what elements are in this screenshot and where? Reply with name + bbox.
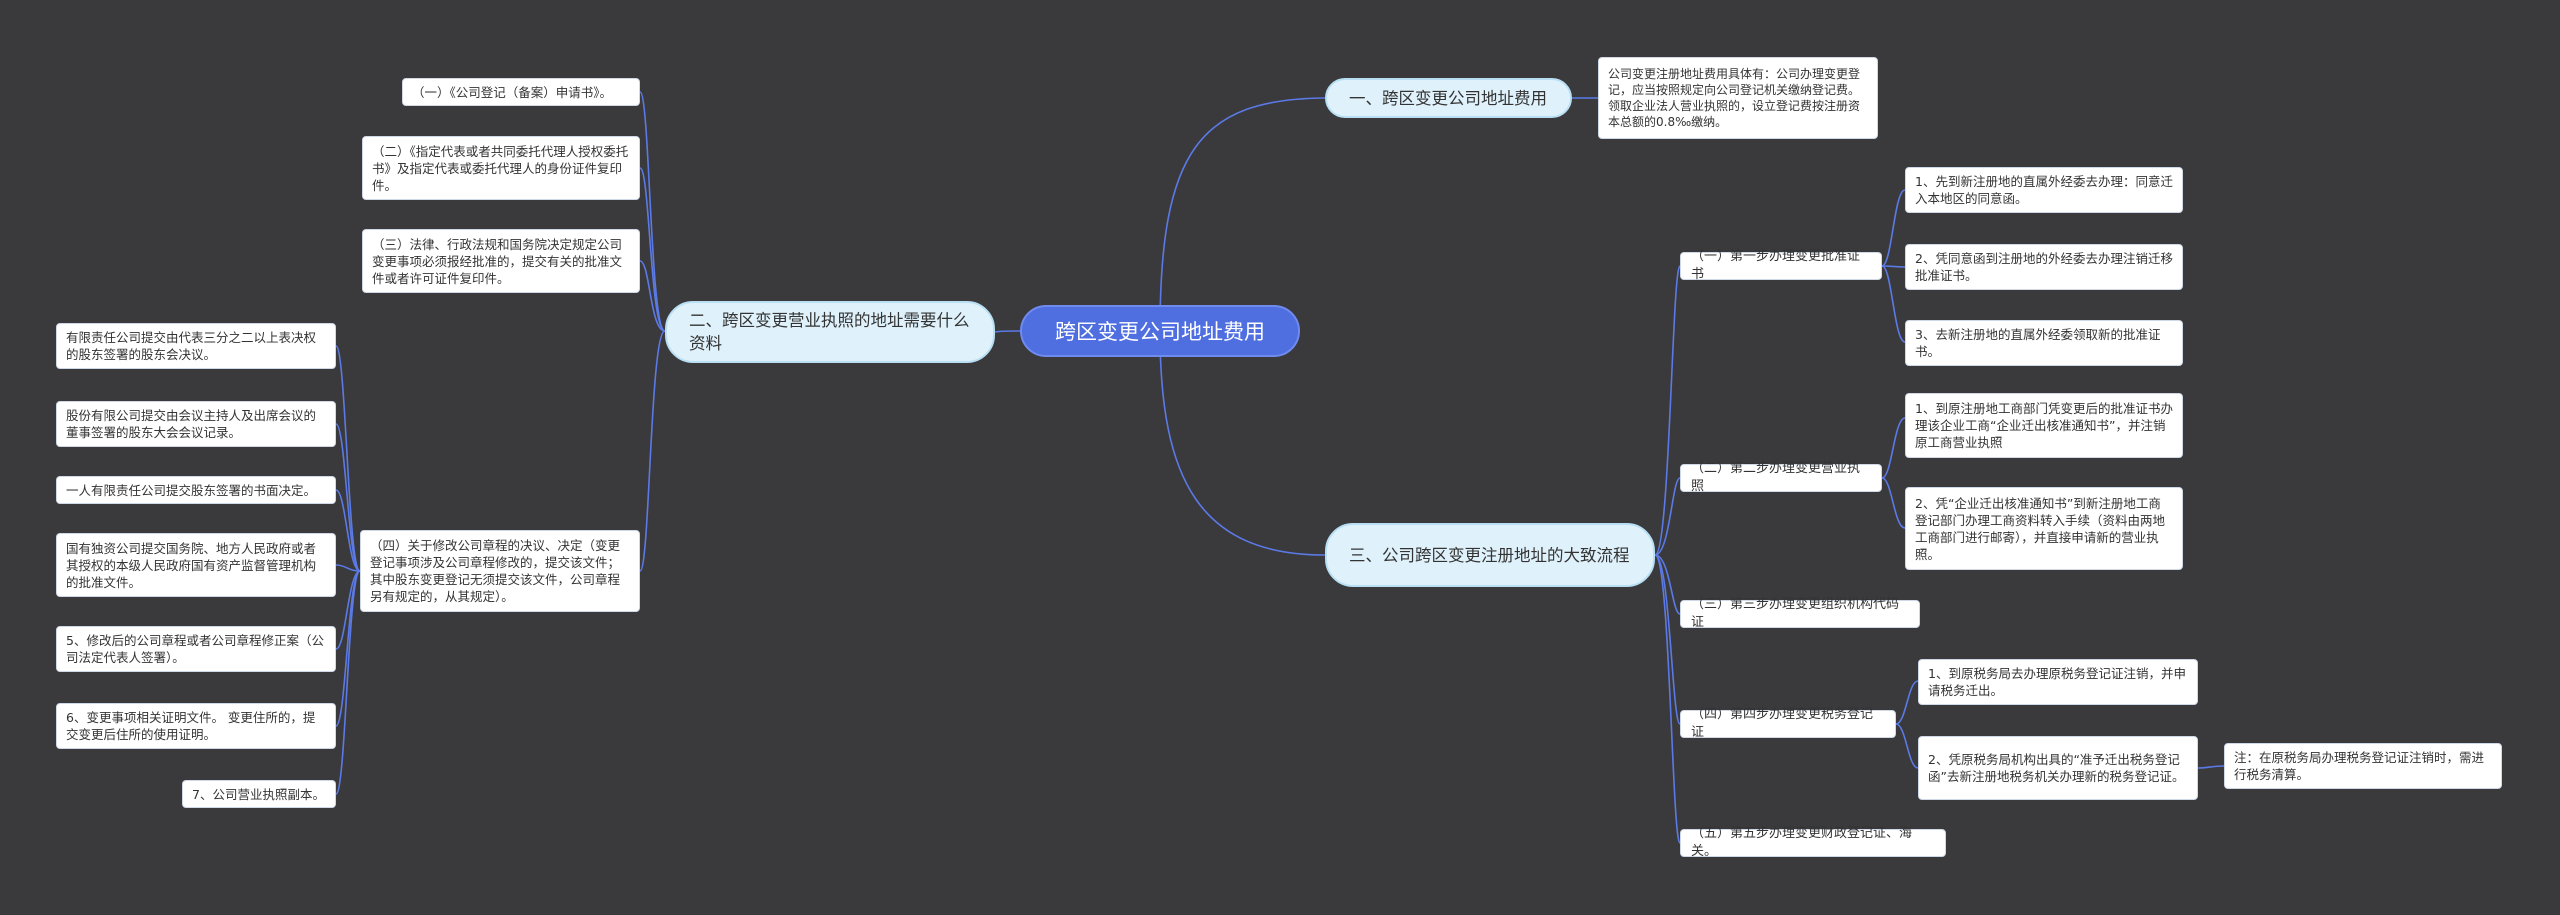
step-2[interactable]: （二）第二步办理变更营业执照 (1680, 461, 1882, 494)
item-4-sub-4[interactable]: 国有独资公司提交国务院、地方人民政府或者其授权的本级人民政府国有资产监督管理机构… (56, 533, 336, 597)
branch-2-topic[interactable]: 二、跨区变更营业执照的地址需要什么资料 (665, 301, 995, 363)
step-3[interactable]: （三）第三步办理变更组织机构代码证 (1680, 597, 1920, 630)
item-4-sub-6-text: 6、变更事项相关证明文件。 变更住所的，提交变更后住所的使用证明。 (66, 710, 316, 742)
step-1-child-2-text: 2、凭同意函到注册地的外经委去办理注销迁移批准证书。 (1915, 251, 2173, 283)
step-1-child-1[interactable]: 1、先到新注册地的直属外经委去办理：同意迁入本地区的同意函。 (1905, 167, 2183, 213)
branch-2-item-2-text: （二）《指定代表或者共同委托代理人授权委托书》及指定代表或委托代理人的身份证件复… (372, 143, 629, 193)
step-4[interactable]: （四）第四步办理变更税务登记证 (1680, 707, 1896, 740)
item-4-sub-3[interactable]: 一人有限责任公司提交股东签署的书面决定。 (56, 476, 336, 504)
step-2-child-1-text: 1、到原注册地工商部门凭变更后的批准证书办理该企业工商“企业迁出核准通知书”，并… (1915, 401, 2173, 450)
step-5-label: （五）第五步办理变更财政登记证、海关。 (1691, 826, 1913, 859)
step-4-child-2[interactable]: 2、凭原税务局机构出具的“准予迁出税务登记函”去新注册地税务机关办理新的税务登记… (1918, 736, 2198, 800)
item-4-sub-4-text: 国有独资公司提交国务院、地方人民政府或者其授权的本级人民政府国有资产监督管理机构… (66, 540, 317, 590)
step-4-child-1-text: 1、到原税务局去办理原税务登记证注销，并申请税务迁出。 (1928, 666, 2186, 698)
step-1[interactable]: （一）第一步办理变更批准证书 (1680, 249, 1882, 282)
step-1-child-3-text: 3、去新注册地的直属外经委领取新的批准证书。 (1915, 327, 2161, 359)
step-2-child-2-text: 2、凭“企业迁出核准通知书”到新注册地工商登记部门办理工商资料转入手续（资料由两… (1915, 495, 2166, 562)
step-4-label: （四）第四步办理变更税务登记证 (1691, 707, 1874, 740)
root-topic[interactable]: 跨区变更公司地址费用 (1020, 305, 1300, 357)
step-1-child-3[interactable]: 3、去新注册地的直属外经委领取新的批准证书。 (1905, 320, 2183, 366)
step-2-child-1[interactable]: 1、到原注册地工商部门凭变更后的批准证书办理该企业工商“企业迁出核准通知书”，并… (1905, 393, 2183, 458)
branch-2-item-4[interactable]: （四）关于修改公司章程的决议、决定（变更登记事项涉及公司章程修改的，提交该文件；… (360, 530, 640, 612)
branch-1-note-text: 公司变更注册地址费用具体有：公司办理变更登记，应当按照规定向公司登记机关缴纳登记… (1608, 67, 1861, 129)
item-4-sub-7[interactable]: 7、公司营业执照副本。 (182, 780, 336, 808)
item-4-sub-5-text: 5、修改后的公司章程或者公司章程修正案（公司法定代表人签署）。 (66, 633, 324, 665)
branch-1-topic[interactable]: 一、跨区变更公司地址费用 (1325, 78, 1572, 118)
root-topic-label: 跨区变更公司地址费用 (1055, 320, 1265, 344)
step-2-child-2[interactable]: 2、凭“企业迁出核准通知书”到新注册地工商登记部门办理工商资料转入手续（资料由两… (1905, 487, 2183, 570)
step-4-note[interactable]: 注：在原税务局办理税务登记证注销时，需进行税务清算。 (2224, 743, 2502, 789)
step-1-child-1-text: 1、先到新注册地的直属外经委去办理：同意迁入本地区的同意函。 (1915, 174, 2173, 206)
branch-2-item-1[interactable]: （一）《公司登记（备案）申请书》。 (402, 78, 640, 106)
branch-2-item-3[interactable]: （三）法律、行政法规和国务院决定规定公司变更事项必须报经批准的，提交有关的批准文… (362, 229, 640, 293)
item-4-sub-2[interactable]: 股份有限公司提交由会议主持人及出席会议的董事签署的股东大会会议记录。 (56, 401, 336, 447)
item-4-sub-5[interactable]: 5、修改后的公司章程或者公司章程修正案（公司法定代表人签署）。 (56, 626, 336, 672)
branch-3-topic[interactable]: 三、公司跨区变更注册地址的大致流程 (1325, 523, 1655, 587)
item-4-sub-2-text: 股份有限公司提交由会议主持人及出席会议的董事签署的股东大会会议记录。 (66, 408, 317, 440)
branch-1-note[interactable]: 公司变更注册地址费用具体有：公司办理变更登记，应当按照规定向公司登记机关缴纳登记… (1598, 57, 1878, 139)
step-3-label: （三）第三步办理变更组织机构代码证 (1691, 597, 1900, 630)
branch-2-item-4-text: （四）关于修改公司章程的决议、决定（变更登记事项涉及公司章程修改的，提交该文件；… (370, 538, 621, 604)
step-4-child-2-text: 2、凭原税务局机构出具的“准予迁出税务登记函”去新注册地税务机关办理新的税务登记… (1928, 752, 2185, 784)
branch-2-label: 二、跨区变更营业执照的地址需要什么资料 (689, 311, 970, 353)
item-4-sub-3-text: 一人有限责任公司提交股东签署的书面决定。 (66, 482, 317, 498)
branch-1-label: 一、跨区变更公司地址费用 (1349, 88, 1547, 108)
branch-3-label: 三、公司跨区变更注册地址的大致流程 (1349, 545, 1630, 565)
step-4-child-1[interactable]: 1、到原税务局去办理原税务登记证注销，并申请税务迁出。 (1918, 659, 2198, 705)
step-1-label: （一）第一步办理变更批准证书 (1691, 249, 1861, 282)
step-5[interactable]: （五）第五步办理变更财政登记证、海关。 (1680, 826, 1946, 859)
item-4-sub-1-text: 有限责任公司提交由代表三分之二以上表决权的股东签署的股东会决议。 (66, 330, 317, 362)
branch-2-item-3-text: （三）法律、行政法规和国务院决定规定公司变更事项必须报经批准的，提交有关的批准文… (372, 236, 623, 286)
item-4-sub-6[interactable]: 6、变更事项相关证明文件。 变更住所的，提交变更后住所的使用证明。 (56, 703, 336, 749)
item-4-sub-7-text: 7、公司营业执照副本。 (192, 786, 325, 802)
step-1-child-2[interactable]: 2、凭同意函到注册地的外经委去办理注销迁移批准证书。 (1905, 244, 2183, 290)
branch-2-item-1-text: （一）《公司登记（备案）申请书》。 (412, 84, 613, 100)
item-4-sub-1[interactable]: 有限责任公司提交由代表三分之二以上表决权的股东签署的股东会决议。 (56, 323, 336, 369)
step-2-label: （二）第二步办理变更营业执照 (1691, 461, 1861, 494)
step-4-note-text: 注：在原税务局办理税务登记证注销时，需进行税务清算。 (2234, 750, 2485, 782)
branch-2-item-2[interactable]: （二）《指定代表或者共同委托代理人授权委托书》及指定代表或委托代理人的身份证件复… (362, 136, 640, 200)
